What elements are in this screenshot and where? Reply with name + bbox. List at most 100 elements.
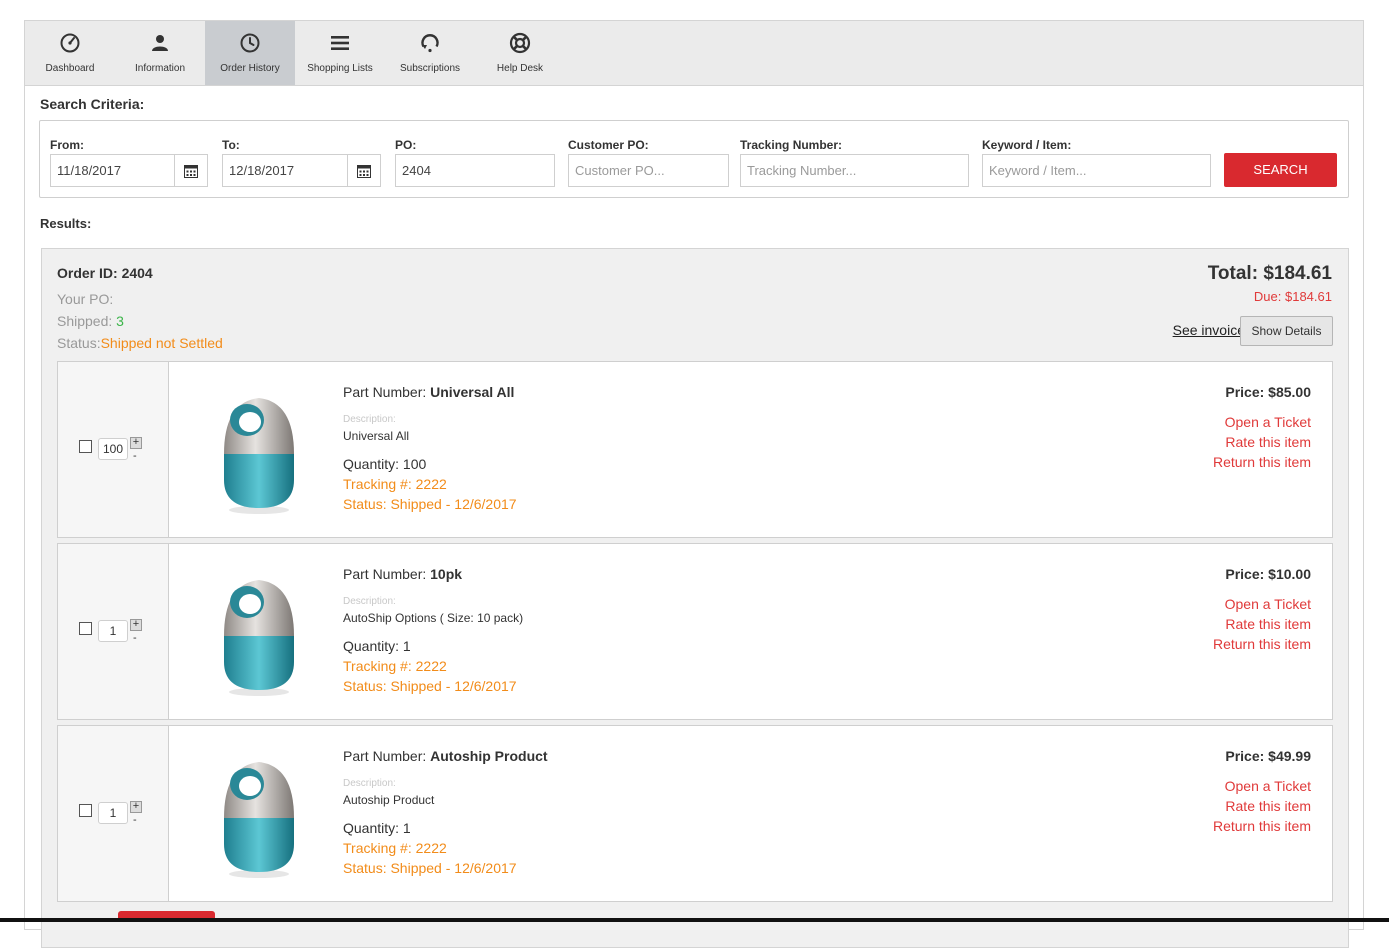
status-label: Status: bbox=[57, 335, 101, 351]
item-status: Status: Shipped - 12/6/2017 bbox=[343, 496, 517, 512]
order-due: Due: $184.61 bbox=[1253, 289, 1332, 304]
quantity-increment-button[interactable]: + bbox=[130, 619, 142, 631]
item-price: Price: $85.00 bbox=[1225, 384, 1311, 400]
description-label: Description: bbox=[343, 414, 396, 425]
keyword-input[interactable]: Keyword / Item... bbox=[982, 154, 1211, 187]
to-date-input[interactable]: 12/18/2017 bbox=[222, 154, 348, 187]
see-invoice-link[interactable]: See invoice bbox=[1173, 322, 1245, 338]
item-checkbox[interactable] bbox=[79, 440, 92, 453]
item-quantity-input[interactable]: 1 bbox=[98, 620, 128, 642]
description-value: Autoship Product bbox=[343, 793, 435, 807]
refresh-icon bbox=[421, 34, 439, 53]
to-calendar-button[interactable] bbox=[348, 154, 381, 187]
tab-label: Order History bbox=[220, 63, 280, 74]
item-tracking: Tracking #: 2222 bbox=[343, 658, 447, 674]
status-value: Shipped not Settled bbox=[100, 335, 223, 351]
description-label: Description: bbox=[343, 596, 396, 607]
lifebuoy-icon bbox=[509, 32, 531, 54]
tab-order-history[interactable]: Order History bbox=[205, 21, 295, 85]
item-status: Status: Shipped - 12/6/2017 bbox=[343, 678, 517, 694]
description-value: AutoShip Options ( Size: 10 pack) bbox=[343, 611, 524, 625]
tab-information[interactable]: Information bbox=[115, 21, 205, 85]
return-item-link[interactable]: Return this item bbox=[1213, 454, 1311, 470]
return-item-link[interactable]: Return this item bbox=[1213, 636, 1311, 652]
window-bottom-edge bbox=[0, 918, 1389, 922]
open-ticket-link[interactable]: Open a Ticket bbox=[1225, 778, 1311, 794]
tab-dashboard[interactable]: Dashboard bbox=[25, 21, 115, 85]
tab-help-desk[interactable]: Help Desk bbox=[475, 21, 565, 85]
from-date-input[interactable]: 11/18/2017 bbox=[50, 154, 175, 187]
clock-icon bbox=[240, 33, 260, 53]
item-quantity: Quantity: 1 bbox=[343, 820, 411, 836]
customer-po-label: Customer PO: bbox=[568, 138, 649, 152]
quantity-decrement-button[interactable]: - bbox=[133, 450, 137, 462]
open-ticket-link[interactable]: Open a Ticket bbox=[1225, 414, 1311, 430]
description-label: Description: bbox=[343, 778, 396, 789]
description-value: Universal All bbox=[343, 429, 410, 443]
quantity-increment-button[interactable]: + bbox=[130, 437, 142, 449]
rate-item-link[interactable]: Rate this item bbox=[1225, 616, 1311, 632]
item-select-column: 1 + - bbox=[58, 544, 169, 719]
return-item-link[interactable]: Return this item bbox=[1213, 818, 1311, 834]
user-icon bbox=[152, 35, 168, 51]
part-number-value: Autoship Product bbox=[430, 748, 548, 764]
po-input[interactable]: 2404 bbox=[395, 154, 555, 187]
results-heading: Results: bbox=[40, 216, 92, 231]
rate-item-link[interactable]: Rate this item bbox=[1225, 434, 1311, 450]
tab-label: Dashboard bbox=[45, 63, 95, 74]
order-item: 1 + - Part Number: Autoship Product Desc… bbox=[57, 725, 1333, 902]
quantity-decrement-button[interactable]: - bbox=[133, 632, 137, 644]
product-image bbox=[224, 398, 294, 514]
tab-label: Shopping Lists bbox=[307, 63, 373, 74]
tracking-number-label: Tracking Number: bbox=[740, 138, 843, 152]
item-price: Price: $49.99 bbox=[1225, 748, 1311, 764]
order-card: Order ID: 2404 Your PO: Shipped: 3 Statu… bbox=[41, 248, 1349, 948]
shipped-count: Shipped: 3 bbox=[57, 313, 124, 329]
tab-shopping-lists[interactable]: Shopping Lists bbox=[295, 21, 385, 85]
item-checkbox[interactable] bbox=[79, 804, 92, 817]
item-price: Price: $10.00 bbox=[1225, 566, 1311, 582]
part-number-label: Part Number: bbox=[343, 384, 431, 400]
product-image bbox=[224, 580, 294, 696]
part-number-value: Universal All bbox=[430, 384, 515, 400]
item-checkbox[interactable] bbox=[79, 622, 92, 635]
rate-item-link[interactable]: Rate this item bbox=[1225, 798, 1311, 814]
from-calendar-button[interactable] bbox=[175, 154, 208, 187]
calendar-icon bbox=[357, 165, 371, 178]
search-criteria-box: From: 11/18/2017 To: 12/18/2017 PO: 2404… bbox=[39, 120, 1349, 198]
shipped-label: Shipped: bbox=[57, 313, 113, 329]
from-label: From: bbox=[50, 138, 84, 152]
quantity-decrement-button[interactable]: - bbox=[133, 814, 137, 826]
search-criteria-heading: Search Criteria: bbox=[40, 96, 145, 112]
account-tab-bar: Dashboard Information Order History Shop… bbox=[25, 21, 1363, 86]
tab-label: Help Desk bbox=[496, 63, 544, 74]
item-quantity-input[interactable]: 1 bbox=[98, 802, 128, 824]
open-ticket-link[interactable]: Open a Ticket bbox=[1225, 596, 1311, 612]
tracking-number-input[interactable]: Tracking Number... bbox=[740, 154, 969, 187]
search-button[interactable]: SEARCH bbox=[1224, 153, 1337, 187]
part-number-label: Part Number: bbox=[343, 566, 431, 582]
shipped-value: 3 bbox=[116, 313, 124, 329]
order-status: Status:Shipped not Settled bbox=[57, 335, 223, 351]
part-number: Part Number: Universal All bbox=[343, 384, 514, 400]
your-po-label: Your PO: bbox=[57, 291, 114, 307]
customer-po-input[interactable]: Customer PO... bbox=[568, 154, 729, 187]
show-details-button[interactable]: Show Details bbox=[1240, 316, 1333, 346]
tab-label: Information bbox=[134, 63, 186, 74]
item-quantity: Quantity: 100 bbox=[343, 456, 427, 472]
quantity-increment-button[interactable]: + bbox=[130, 801, 142, 813]
item-tracking: Tracking #: 2222 bbox=[343, 476, 447, 492]
list-icon bbox=[331, 36, 349, 50]
tab-subscriptions[interactable]: Subscriptions bbox=[385, 21, 475, 85]
dashboard-gauge-icon bbox=[60, 33, 80, 53]
tab-label: Subscriptions bbox=[399, 63, 461, 74]
product-image bbox=[224, 762, 294, 878]
item-select-column: 100 + - bbox=[58, 362, 169, 537]
part-number-value: 10pk bbox=[430, 566, 463, 582]
item-quantity-input[interactable]: 100 bbox=[98, 438, 128, 460]
to-label: To: bbox=[222, 138, 240, 152]
item-select-column: 1 + - bbox=[58, 726, 169, 901]
order-id: Order ID: 2404 bbox=[57, 265, 153, 281]
account-panel: Dashboard Information Order History Shop… bbox=[24, 20, 1364, 948]
calendar-icon bbox=[184, 165, 198, 178]
